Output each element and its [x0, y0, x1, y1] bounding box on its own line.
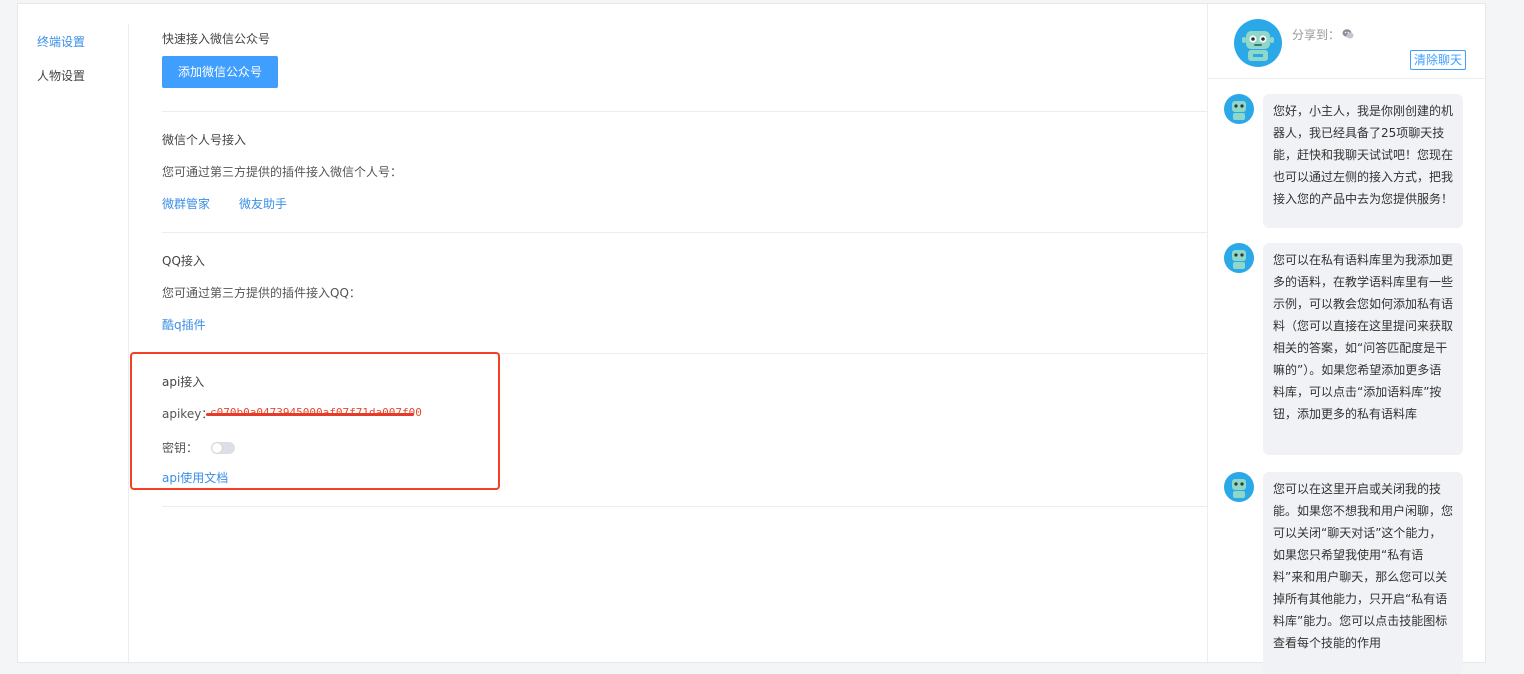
weiyou-assistant-link[interactable]: 微友助手: [239, 195, 287, 213]
wechat-personal-title: 微信个人号接入: [162, 133, 247, 147]
qq-title: QQ接入: [162, 254, 205, 268]
divider: [162, 506, 1207, 507]
clear-chat-button[interactable]: 清除聊天: [1410, 50, 1467, 70]
kuq-plugin-link[interactable]: 酷q插件: [162, 316, 206, 334]
wechat-share-icon[interactable]: [1342, 28, 1354, 40]
wechat-personal-description: 您可通过第三方提供的插件接入微信个人号：: [162, 165, 403, 179]
add-wechat-public-button[interactable]: 添加微信公众号: [162, 56, 278, 88]
main-content: 快速接入微信公众号 添加微信公众号 微信个人号接入 您可通过第三方提供的插件接入…: [162, 4, 1207, 664]
chat-message: 您可以在这里开启或关闭我的技能。如果您不想我和用户闲聊，您可以关闭“聊天对话”这…: [1263, 472, 1463, 674]
sidebar-item-character-settings[interactable]: 人物设置: [37, 66, 85, 86]
share-label: 分享到：: [1292, 28, 1341, 42]
weiqun-manager-link[interactable]: 微群管家: [162, 195, 210, 213]
sidebar-item-terminal-settings[interactable]: 终端设置: [37, 32, 85, 52]
chat-message: 您好，小主人，我是你刚创建的机器人，我已经具备了25项聊天技能，赶快和我聊天试试…: [1263, 94, 1463, 228]
robot-avatar-icon: [1224, 243, 1254, 273]
robot-avatar-icon: [1224, 94, 1254, 124]
chat-message: 您可以在私有语料库里为我添加更多的语料，在教学语料库里有一些示例，可以教会您如何…: [1263, 243, 1463, 455]
divider: [162, 111, 1207, 112]
chat-header: 分享到： 清除聊天: [1208, 4, 1487, 79]
divider: [162, 232, 1207, 233]
qq-description: 您可通过第三方提供的插件接入QQ：: [162, 286, 361, 300]
api-section-highlight: [130, 352, 500, 490]
chat-panel: 分享到： 清除聊天 您好，小主人，我是你刚创建的机器人，我已经具备了25项聊天技…: [1207, 4, 1487, 674]
wechat-public-title: 快速接入微信公众号: [162, 32, 271, 46]
robot-avatar-icon: [1224, 472, 1254, 502]
settings-panel: 终端设置 人物设置 快速接入微信公众号 添加微信公众号 微信个人号接入 您可通过…: [17, 3, 1487, 674]
settings-sidebar: 终端设置 人物设置: [18, 24, 129, 664]
robot-avatar-icon: [1234, 19, 1282, 67]
